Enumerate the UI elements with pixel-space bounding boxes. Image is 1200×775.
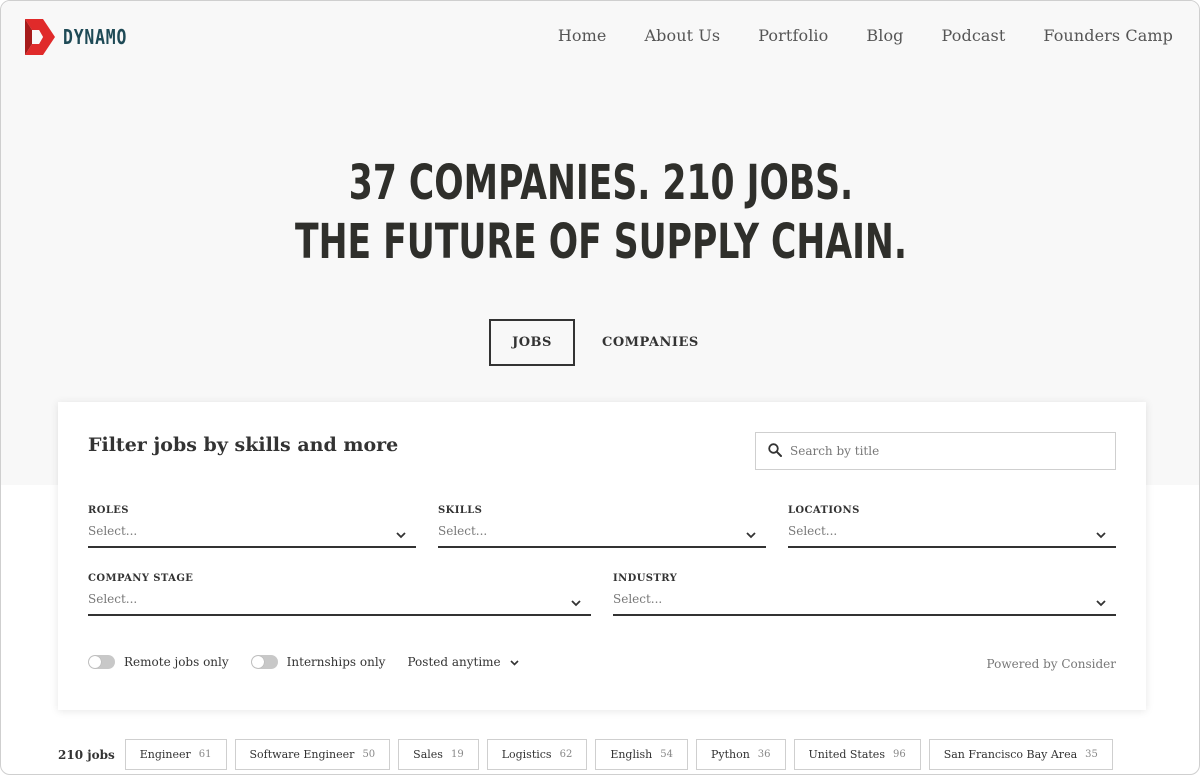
remote-label: Remote jobs only bbox=[124, 655, 229, 669]
search-input[interactable] bbox=[790, 444, 1090, 458]
posted-dropdown[interactable]: Posted anytime bbox=[407, 655, 519, 669]
nav-podcast[interactable]: Podcast bbox=[942, 25, 1006, 47]
logo-mark-icon bbox=[25, 19, 55, 55]
filter-chip-english[interactable]: English 54 bbox=[595, 739, 688, 770]
powered-by[interactable]: Powered by Consider bbox=[987, 657, 1116, 671]
filter-chip-logistics[interactable]: Logistics 62 bbox=[486, 739, 588, 770]
nav-portfolio[interactable]: Portfolio bbox=[758, 25, 828, 47]
hero-headline-line2: THE FUTURE OF SUPPLY CHAIN. bbox=[295, 214, 907, 270]
chevron-down-icon bbox=[501, 655, 519, 669]
remote-toggle[interactable]: Remote jobs only bbox=[88, 655, 229, 669]
filter-title: Filter jobs by skills and more bbox=[88, 434, 399, 456]
roles-select-value: Select... bbox=[88, 524, 138, 538]
nav-blog[interactable]: Blog bbox=[866, 25, 903, 47]
filter-chip-software-engineer[interactable]: Software Engineer 50 bbox=[234, 739, 391, 770]
filter-chip-python[interactable]: Python 36 bbox=[695, 739, 786, 770]
chevron-down-icon bbox=[746, 528, 756, 542]
chip-label: Engineer bbox=[139, 748, 191, 761]
skills-label: SKILLS bbox=[438, 505, 483, 516]
chevron-down-icon bbox=[571, 596, 581, 610]
nav-about-us[interactable]: About Us bbox=[644, 25, 720, 47]
roles-select[interactable]: Select... bbox=[88, 524, 416, 548]
industry-select[interactable]: Select... bbox=[613, 592, 1116, 616]
chip-label: English bbox=[610, 748, 653, 761]
company-stage-filter: COMPANY STAGE Select... bbox=[88, 572, 591, 616]
chip-label: Software Engineer bbox=[249, 748, 355, 761]
tab-companies[interactable]: COMPANIES bbox=[602, 335, 699, 350]
results-bar: 210 jobs Engineer 61 Software Engineer 5… bbox=[58, 739, 1121, 770]
skills-select[interactable]: Select... bbox=[438, 524, 766, 548]
remote-switch[interactable] bbox=[88, 655, 115, 669]
chip-count: 96 bbox=[892, 749, 906, 760]
chevron-down-icon bbox=[396, 528, 406, 542]
chevron-down-icon bbox=[1096, 528, 1106, 542]
skills-select-value: Select... bbox=[438, 524, 488, 538]
posted-label: Posted anytime bbox=[407, 655, 501, 669]
filter-chip-engineer[interactable]: Engineer 61 bbox=[124, 739, 227, 770]
locations-select-value: Select... bbox=[788, 524, 838, 538]
hero-headline-line1: 37 COMPANIES. 210 JOBS. bbox=[348, 155, 854, 211]
filter-chip-san-francisco-bay-area[interactable]: San Francisco Bay Area 35 bbox=[928, 739, 1113, 770]
chip-count: 50 bbox=[362, 749, 376, 760]
chip-count: 54 bbox=[660, 749, 673, 760]
company-stage-select-value: Select... bbox=[88, 592, 138, 606]
nav-home[interactable]: Home bbox=[558, 25, 607, 47]
skills-filter: SKILLS Select... bbox=[438, 504, 766, 548]
search-box[interactable] bbox=[755, 432, 1116, 470]
locations-filter: LOCATIONS Select... bbox=[788, 504, 1116, 548]
chip-label: Sales bbox=[413, 748, 443, 761]
chip-label: United States bbox=[808, 748, 885, 761]
main-nav: Home About Us Portfolio Blog Podcast Fou… bbox=[520, 25, 1173, 47]
chip-label: San Francisco Bay Area bbox=[943, 748, 1078, 761]
industry-select-value: Select... bbox=[613, 592, 663, 606]
chip-label: Python bbox=[710, 748, 750, 761]
company-stage-label: COMPANY STAGE bbox=[88, 573, 194, 584]
chip-label: Logistics bbox=[501, 748, 552, 761]
roles-label: ROLES bbox=[88, 505, 129, 516]
chip-count: 19 bbox=[450, 749, 464, 760]
internships-switch[interactable] bbox=[250, 655, 278, 669]
nav-founders-camp[interactable]: Founders Camp bbox=[1043, 25, 1173, 47]
chip-count: 61 bbox=[198, 749, 212, 760]
internships-label: Internships only bbox=[286, 655, 386, 669]
chevron-down-icon bbox=[1096, 596, 1106, 610]
company-stage-select[interactable]: Select... bbox=[88, 592, 591, 616]
job-count: 210 jobs bbox=[58, 747, 115, 762]
filter-chip-united-states[interactable]: United States 96 bbox=[793, 739, 921, 770]
locations-label: LOCATIONS bbox=[788, 505, 860, 516]
filter-toggles: Remote jobs only Internships only Posted… bbox=[88, 655, 519, 669]
logo-text: DYNAMO bbox=[63, 25, 128, 49]
chip-count: 35 bbox=[1085, 749, 1098, 760]
search-icon bbox=[768, 442, 782, 461]
roles-filter: ROLES Select... bbox=[88, 504, 416, 548]
page-frame: DYNAMO Home About Us Portfolio Blog Podc… bbox=[0, 0, 1200, 775]
industry-filter: INDUSTRY Select... bbox=[613, 572, 1116, 616]
chip-count: 62 bbox=[559, 749, 573, 760]
view-tabs: JOBS COMPANIES bbox=[489, 319, 699, 366]
internships-toggle[interactable]: Internships only bbox=[250, 655, 386, 669]
tab-jobs[interactable]: JOBS bbox=[489, 319, 575, 366]
logo[interactable]: DYNAMO bbox=[25, 19, 141, 55]
chip-count: 36 bbox=[757, 749, 771, 760]
filter-card: Filter jobs by skills and more ROLES Sel… bbox=[58, 402, 1146, 710]
locations-select[interactable]: Select... bbox=[788, 524, 1116, 548]
filter-chip-sales[interactable]: Sales 19 bbox=[398, 739, 479, 770]
industry-label: INDUSTRY bbox=[613, 573, 678, 584]
